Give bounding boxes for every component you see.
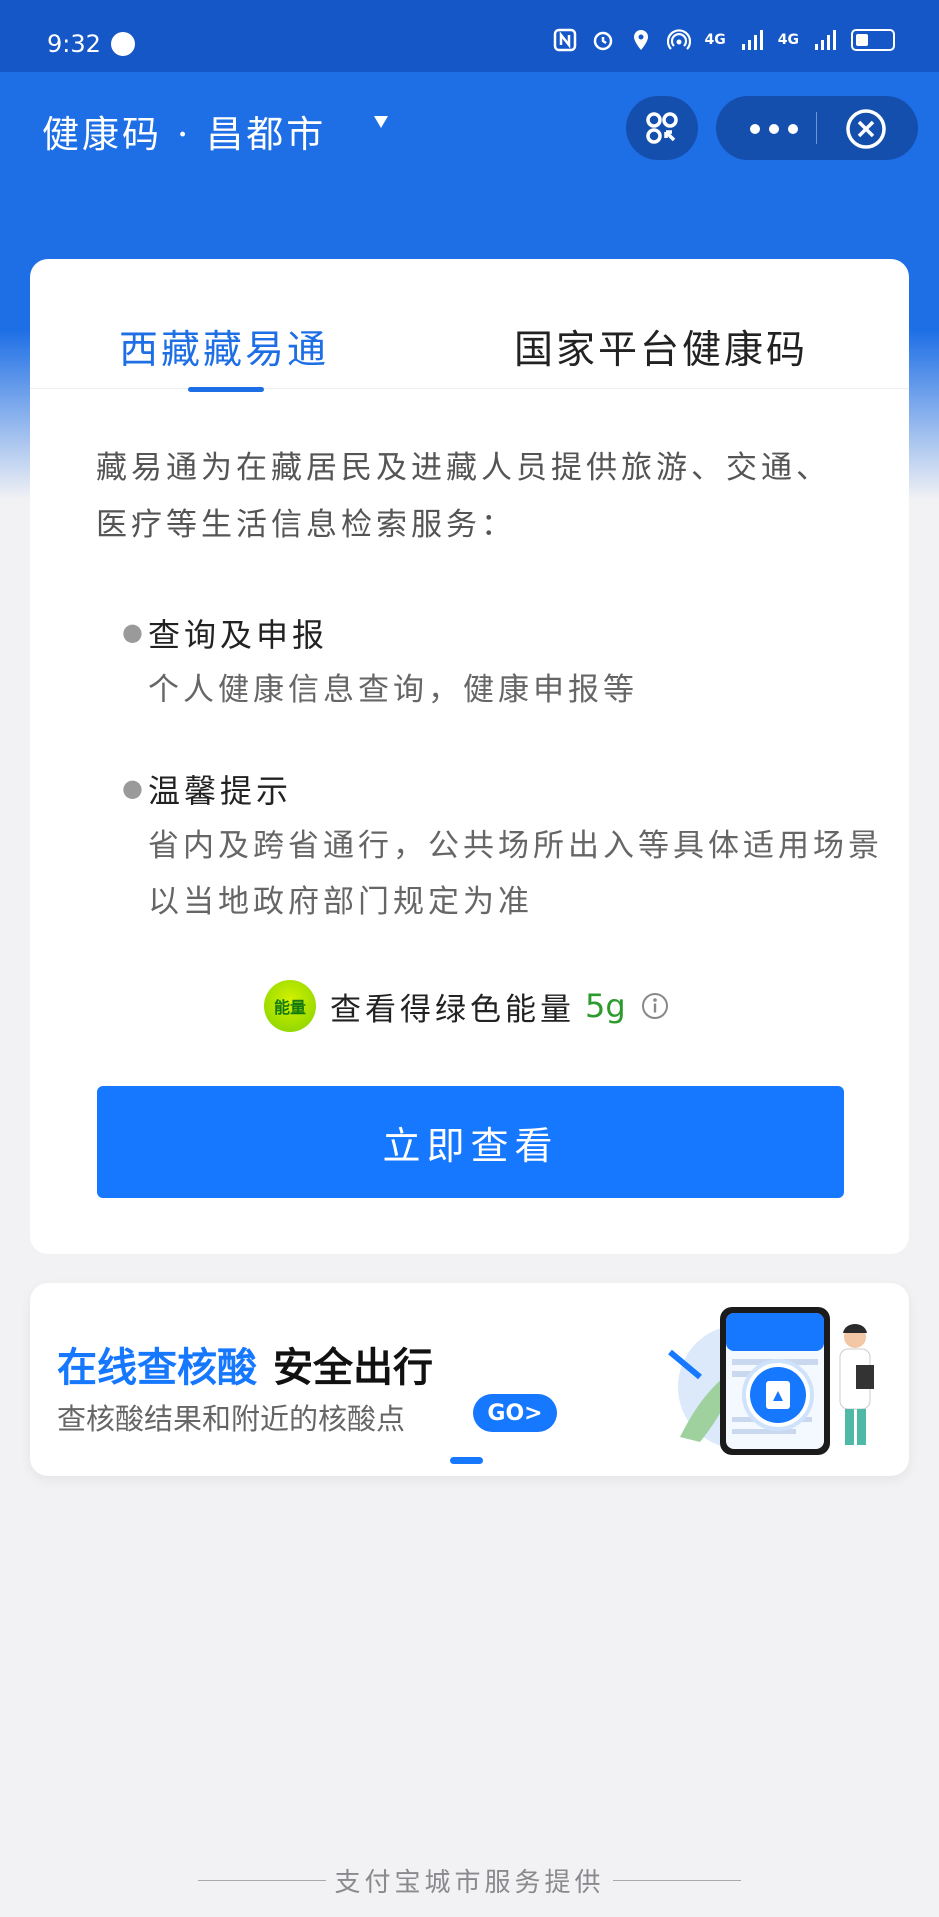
banner-title-dark: 安全出行 <box>273 1345 433 1391</box>
dropdown-arrow-icon[interactable] <box>374 116 388 128</box>
more-icon[interactable] <box>750 124 798 134</box>
location-icon <box>633 30 648 50</box>
scan-icon <box>646 112 678 144</box>
tab-national[interactable]: 国家平台健康码 <box>514 319 808 375</box>
section-title: 查询及申报 <box>148 616 329 654</box>
energy-text: 查看得绿色能量 <box>330 991 575 1028</box>
status-time: 9:32 <box>47 30 135 58</box>
section-title: 温馨提示 <box>148 772 293 810</box>
footer-divider-right <box>612 1880 741 1881</box>
section-desc: 个人健康信息查询，健康申报等 <box>148 672 638 708</box>
tab-bar: 西藏藏易通 国家平台健康码 <box>30 259 909 392</box>
sound-wave-icon <box>110 32 135 56</box>
footer-divider-left <box>198 1880 327 1881</box>
energy-badge-icon: 能量 <box>264 980 316 1032</box>
footer: 支付宝城市服务提供 <box>0 1862 939 1899</box>
banner-subtitle: 查核酸结果和附近的核酸点 <box>57 1402 406 1436</box>
go-button[interactable]: GO> <box>473 1394 557 1432</box>
carousel-indicator <box>450 1457 483 1464</box>
nfc-icon <box>553 28 576 52</box>
status-icons: 4G 4G <box>553 28 895 52</box>
signal-icon-2 <box>815 30 836 50</box>
intro-text: 藏易通为在藏居民及进藏人员提供旅游、交通、医疗等生活信息检索服务： <box>96 450 831 543</box>
status-bar: 9:32 4G 4G <box>0 0 939 72</box>
capsule-divider <box>816 112 817 144</box>
health-code-card: 西藏藏易通 国家平台健康码 藏易通为在藏居民及进藏人员提供旅游、交通、医疗等生活… <box>30 259 909 1254</box>
bullet-icon: ● <box>122 774 143 802</box>
battery-icon <box>851 29 895 51</box>
status-time-label: 9:32 <box>47 30 101 58</box>
active-tab-indicator <box>188 387 264 392</box>
nucleic-acid-banner[interactable]: 在线查核酸 安全出行 查核酸结果和附近的核酸点 GO> <box>30 1283 909 1476</box>
tab-tibet[interactable]: 西藏藏易通 <box>119 319 329 375</box>
doctor-phone-illustration <box>668 1307 874 1455</box>
scan-button[interactable] <box>626 96 698 160</box>
footer-text: 支付宝城市服务提供 <box>334 1868 605 1898</box>
energy-amount: 5g <box>585 987 626 1025</box>
bullet-icon: ● <box>122 618 143 646</box>
info-icon[interactable] <box>640 991 670 1021</box>
banner-title-blue: 在线查核酸 <box>57 1345 257 1391</box>
close-icon[interactable] <box>844 107 888 151</box>
network-label-1: 4G <box>704 32 726 48</box>
network-label-2: 4G <box>777 32 799 48</box>
signal-icon <box>741 30 763 50</box>
view-now-button[interactable]: 立即查看 <box>97 1086 844 1198</box>
alarm-icon <box>593 31 612 51</box>
energy-row[interactable]: 能量 查看得绿色能量 5g <box>264 980 670 1032</box>
nav-bar: 健康码 · 昌都市 <box>0 72 939 187</box>
section-desc: 省内及跨省通行，公共场所出入等具体适用场景以当地政府部门规定为准 <box>148 828 883 920</box>
city-selector[interactable]: 健康码 · 昌都市 <box>42 104 326 158</box>
hotspot-icon <box>666 29 691 50</box>
banner-title: 在线查核酸 安全出行 <box>57 1335 433 1393</box>
miniapp-capsule <box>716 96 918 160</box>
